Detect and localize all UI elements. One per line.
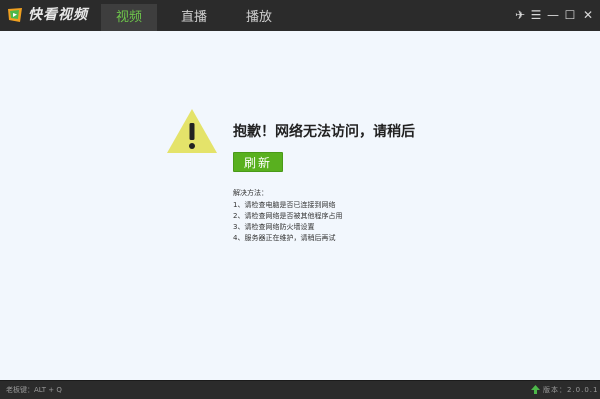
version-label[interactable]: 版本：2.0.0.1 bbox=[543, 385, 599, 395]
title-bar: 快看视频 视频 直播 播放 ✈ ☰ — ☐ ✕ bbox=[0, 0, 600, 32]
menu-icon[interactable]: ☰ bbox=[528, 7, 544, 23]
status-bar: 老板键：ALT + Q 版本：2.0.0.1 bbox=[0, 380, 600, 399]
refresh-button[interactable]: 刷新 bbox=[233, 152, 283, 172]
solution-item: 3、请检查网络防火墙设置 bbox=[233, 223, 315, 231]
app-title: 快看视频 bbox=[28, 7, 88, 23]
minimize-button[interactable]: — bbox=[545, 7, 561, 23]
solution-item: 4、服务器正在维护，请稍后再试 bbox=[233, 234, 336, 242]
app-logo-icon bbox=[8, 8, 22, 22]
close-button[interactable]: ✕ bbox=[580, 7, 596, 23]
pin-icon[interactable]: ✈ bbox=[512, 7, 528, 23]
tab-live[interactable]: 直播 bbox=[166, 4, 222, 31]
solution-item: 2、请检查网络是否被其他程序占用 bbox=[233, 212, 343, 220]
solution-heading: 解决方法： bbox=[233, 189, 268, 197]
boss-key-hint: 老板键：ALT + Q bbox=[6, 386, 62, 394]
maximize-button[interactable]: ☐ bbox=[562, 7, 578, 23]
upgrade-arrow-icon[interactable] bbox=[531, 385, 540, 394]
tab-video[interactable]: 视频 bbox=[101, 4, 157, 31]
solution-item: 1、请检查电脑是否已连接到网络 bbox=[233, 201, 336, 209]
tab-play[interactable]: 播放 bbox=[231, 4, 287, 31]
warning-icon bbox=[167, 109, 217, 153]
error-title: 抱歉！网络无法访问，请稍后 bbox=[233, 124, 415, 140]
